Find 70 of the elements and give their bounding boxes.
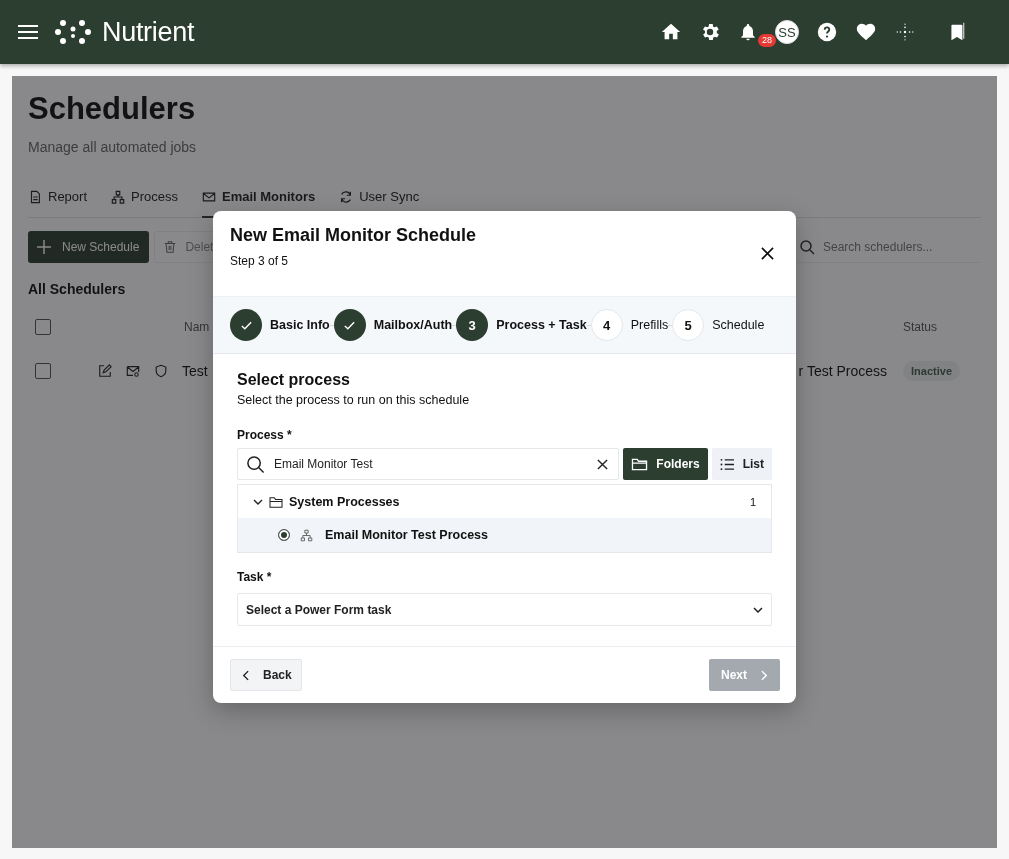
- document-icon: [28, 189, 42, 204]
- mail-icon[interactable]: [126, 364, 140, 379]
- logo-icon: [54, 18, 92, 46]
- search-icon: [799, 239, 815, 256]
- search-icon: [246, 455, 265, 474]
- help-icon[interactable]: [816, 21, 838, 43]
- page-subtitle: Manage all automated jobs: [28, 139, 198, 156]
- clear-icon[interactable]: [597, 459, 609, 470]
- tab[interactable]: User Sync: [339, 189, 420, 219]
- chevron-icon[interactable]: [253, 498, 263, 505]
- table-cell: Test: [182, 363, 208, 380]
- section-description: Select the process to run on this schedule: [237, 393, 471, 407]
- table-cell: r Test Process: [798, 363, 888, 380]
- step-counter: Step 3 of 5: [230, 254, 290, 268]
- chevron-icon: [753, 606, 763, 613]
- step-circle: 3: [456, 309, 489, 341]
- process-name: Email Monitor Test Process: [325, 528, 488, 542]
- menu-icon[interactable]: [18, 25, 38, 39]
- close-icon[interactable]: [761, 247, 774, 260]
- step-label: Process + Task: [496, 318, 587, 332]
- status-badge: Inactive: [903, 361, 960, 382]
- radio-button[interactable]: [278, 529, 290, 541]
- notification-badge: 28: [758, 34, 776, 47]
- trash-icon: [163, 240, 178, 255]
- search-field[interactable]: Search schedulers...: [791, 231, 981, 264]
- chevron-icon: [761, 669, 768, 681]
- tab[interactable]: Process: [111, 189, 178, 219]
- task-select[interactable]: Select a Power Form task: [237, 593, 772, 626]
- process-search-field[interactable]: Email Monitor Test: [237, 448, 620, 480]
- step-circle: 4: [590, 309, 623, 341]
- item-count: 1: [749, 495, 756, 508]
- folder-icon: [269, 495, 283, 508]
- mail-icon: [202, 189, 216, 204]
- shield-icon[interactable]: [154, 364, 168, 379]
- heart-icon[interactable]: [855, 21, 877, 43]
- select-all-checkbox[interactable]: [35, 319, 51, 336]
- folder-icon: [631, 456, 649, 472]
- process-row[interactable]: Email Monitor Test Process: [238, 518, 771, 552]
- folder-name: System Processes: [289, 494, 400, 509]
- list-icon: [719, 457, 735, 471]
- new-schedule-button[interactable]: New Schedule: [28, 231, 150, 264]
- sync-icon: [339, 189, 354, 204]
- edit-icon[interactable]: [98, 364, 112, 379]
- step-label: Schedule: [712, 318, 765, 332]
- row-checkbox[interactable]: [35, 363, 51, 380]
- view-toggle-button[interactable]: List: [711, 448, 772, 480]
- view-toggle-button[interactable]: Folders: [623, 448, 708, 480]
- hierarchy-icon: [111, 189, 126, 204]
- step-label: Mailbox/Auth: [373, 318, 453, 332]
- sparkle-icon[interactable]: [894, 21, 916, 43]
- hierarchy-icon: [300, 528, 313, 542]
- step-label: Basic Info: [270, 318, 330, 332]
- column-header: Status: [902, 320, 937, 335]
- section-title: Select process: [237, 371, 351, 389]
- folder-row[interactable]: System Processes 1: [238, 485, 771, 518]
- back-button[interactable]: Back: [230, 659, 302, 691]
- column-header: Nam: [184, 320, 211, 335]
- page-title: Schedulers: [28, 90, 197, 128]
- field-label: Process *: [237, 428, 293, 442]
- user-avatar[interactable]: SS: [775, 20, 799, 44]
- step-label: Prefills: [630, 318, 669, 332]
- section-title: All Schedulers: [28, 281, 127, 298]
- field-label: Task *: [237, 570, 273, 584]
- brand-name: Nutrient: [102, 16, 195, 48]
- chevron-icon: [242, 669, 249, 681]
- bell-icon: [738, 22, 758, 42]
- plus-icon: [36, 239, 52, 256]
- dialog-title: New Email Monitor Schedule: [230, 225, 477, 246]
- step-circle: 5: [672, 309, 705, 341]
- tab[interactable]: Report: [28, 189, 88, 219]
